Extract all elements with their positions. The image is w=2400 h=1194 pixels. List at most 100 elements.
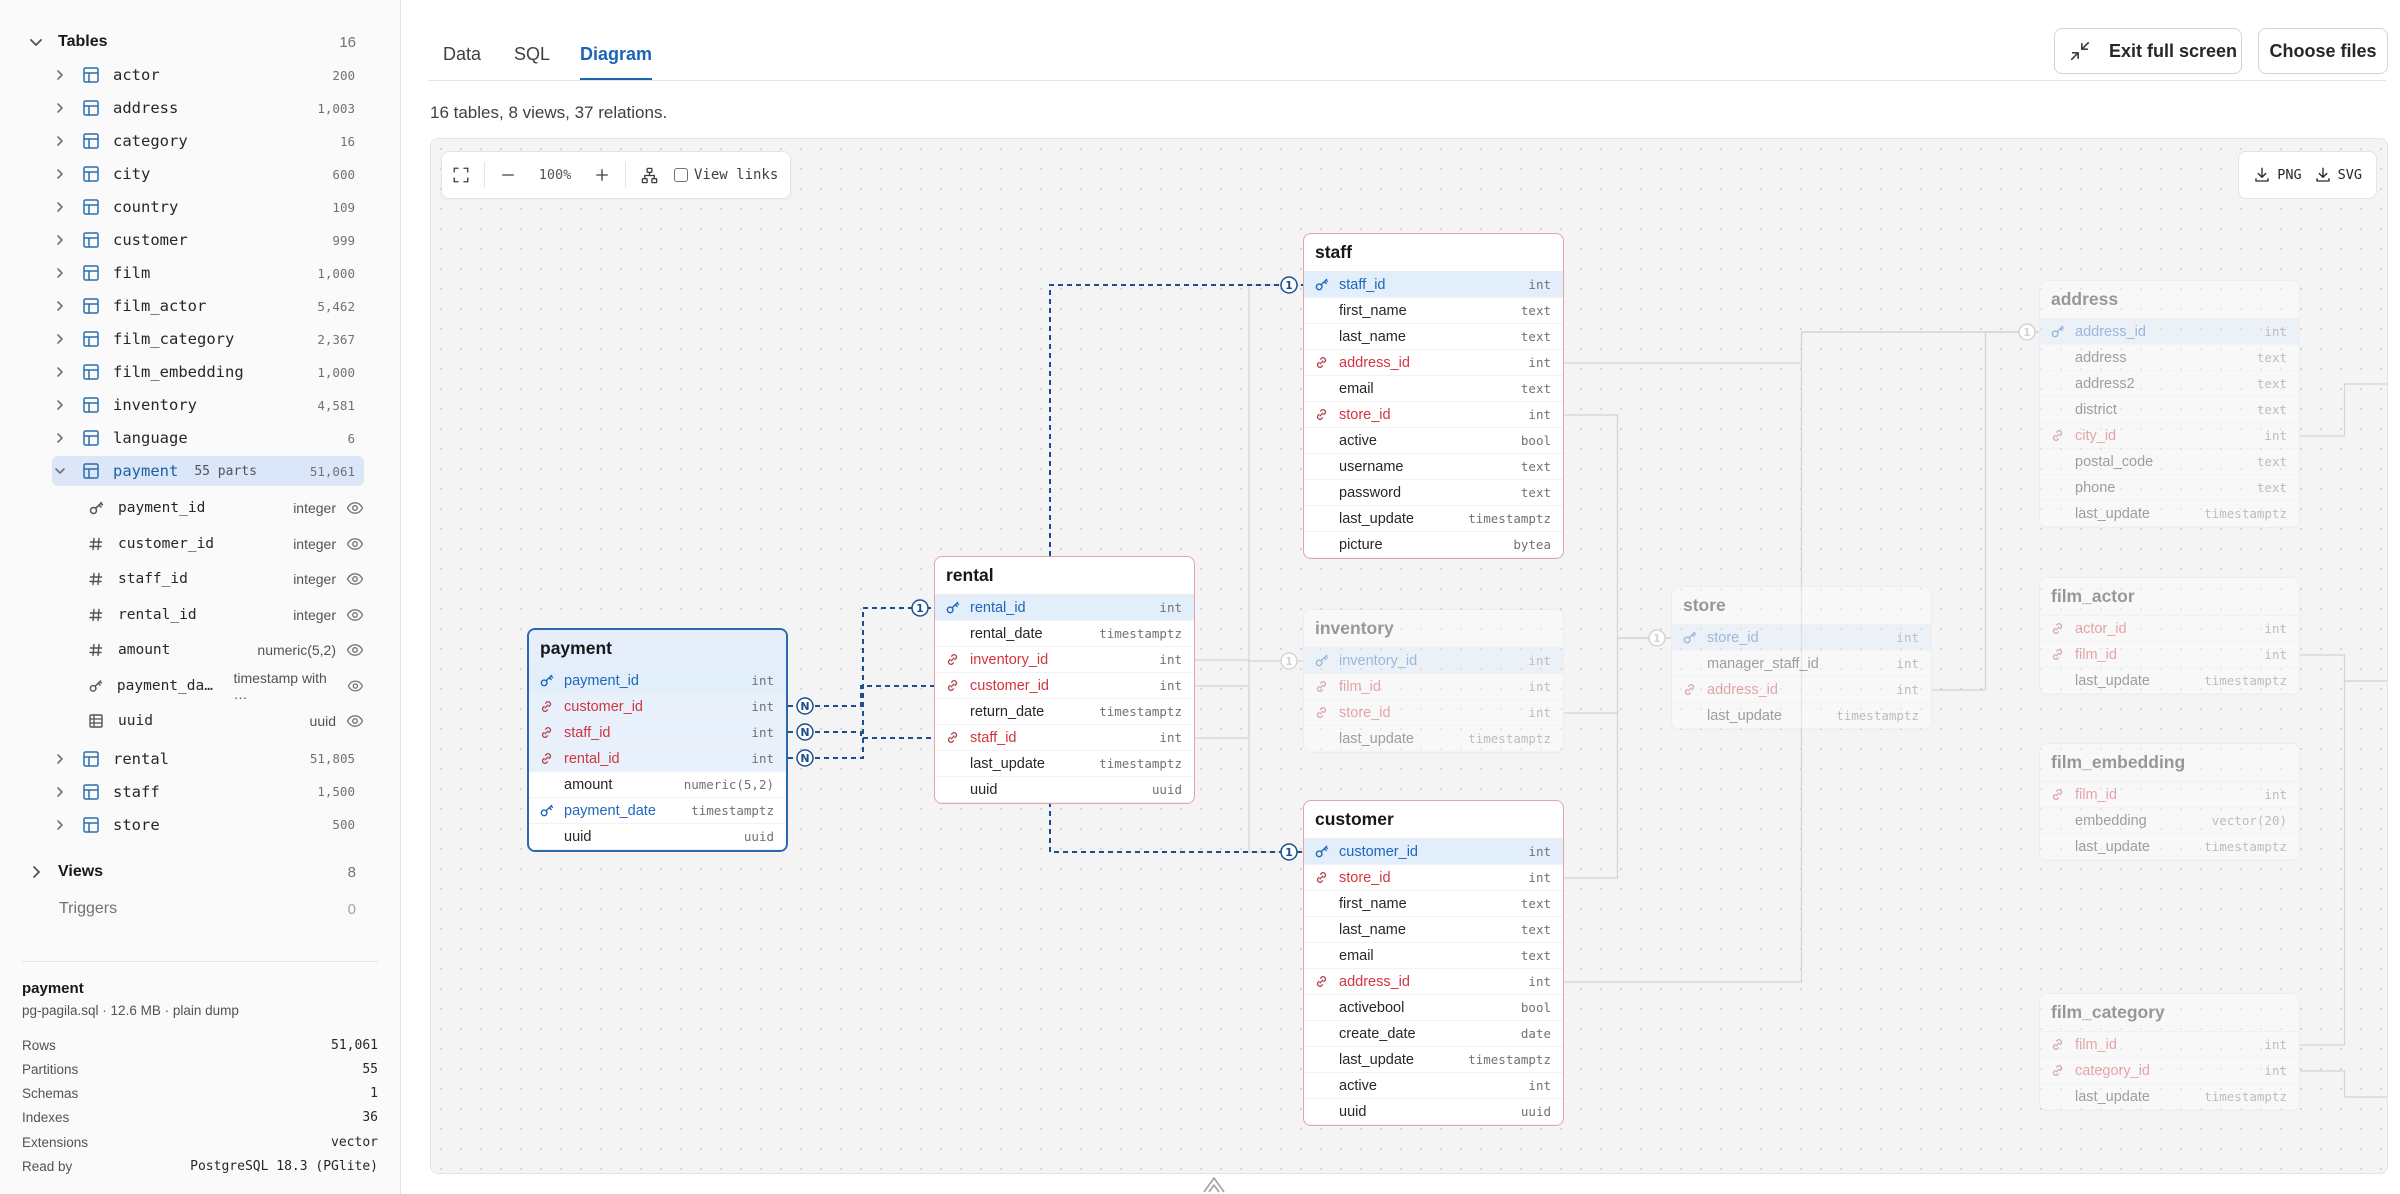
entity-column[interactable]: last_update timestamptz bbox=[2040, 668, 2299, 694]
entity-column[interactable]: address_id int bbox=[1304, 969, 1563, 995]
sidebar-table-film-embedding[interactable]: film_embedding 1,000 bbox=[52, 357, 364, 387]
export-svg-button[interactable]: SVG bbox=[2308, 166, 2368, 184]
entity-column[interactable]: city_id int bbox=[2040, 423, 2299, 449]
entity-column[interactable]: create_date date bbox=[1304, 1021, 1563, 1047]
entity-column[interactable]: staff_id int bbox=[1304, 272, 1563, 298]
entity-column[interactable]: payment_id int bbox=[529, 668, 786, 694]
entity-column[interactable]: payment_date timestamptz bbox=[529, 798, 786, 824]
entity-column[interactable]: password text bbox=[1304, 480, 1563, 506]
views-section-header[interactable]: Views 8 bbox=[26, 857, 356, 887]
entity-column[interactable]: last_update timestamptz bbox=[1304, 726, 1563, 752]
entity-column[interactable]: district text bbox=[2040, 397, 2299, 423]
zoom-in-button[interactable] bbox=[583, 156, 621, 194]
entity-column[interactable]: uuid uuid bbox=[1304, 1099, 1563, 1125]
entity-column[interactable]: manager_staff_id int bbox=[1672, 651, 1931, 677]
entity-column[interactable]: category_id int bbox=[2040, 1058, 2299, 1084]
entity-film-category[interactable]: film_category film_id int category_id int las… bbox=[2039, 993, 2300, 1111]
entity-column[interactable]: last_update timestamptz bbox=[1304, 506, 1563, 532]
entity-column[interactable]: active int bbox=[1304, 1073, 1563, 1099]
sidebar-table-rental[interactable]: rental 51,805 bbox=[52, 744, 364, 774]
entity-rental[interactable]: rental rental_id int rental_date timestamptz… bbox=[934, 556, 1195, 804]
entity-column[interactable]: active bool bbox=[1304, 428, 1563, 454]
entity-store[interactable]: store store_id int manager_staff_id int addre… bbox=[1671, 586, 1932, 730]
entity-column[interactable]: first_name text bbox=[1304, 891, 1563, 917]
sidebar-column[interactable]: payment_id integer bbox=[78, 491, 366, 525]
entity-column[interactable]: uuid uuid bbox=[529, 824, 786, 850]
entity-column[interactable]: customer_id int bbox=[529, 694, 786, 720]
entity-column[interactable]: username text bbox=[1304, 454, 1563, 480]
entity-column[interactable]: postal_code text bbox=[2040, 449, 2299, 475]
entity-column[interactable]: customer_id int bbox=[935, 673, 1194, 699]
entity-column[interactable]: email text bbox=[1304, 376, 1563, 402]
exit-fullscreen-button[interactable]: Exit full screen bbox=[2054, 28, 2242, 74]
entity-column[interactable]: store_id int bbox=[1304, 402, 1563, 428]
sidebar-table-store[interactable]: store 500 bbox=[52, 810, 364, 840]
tab-diagram[interactable]: Diagram bbox=[580, 44, 653, 80]
entity-column[interactable]: rental_date timestamptz bbox=[935, 621, 1194, 647]
entity-column[interactable]: address_id int bbox=[2040, 319, 2299, 345]
entity-column[interactable]: last_update timestamptz bbox=[1672, 703, 1931, 729]
sidebar-column[interactable]: staff_id integer bbox=[78, 562, 366, 596]
entity-column[interactable]: picture bytea bbox=[1304, 532, 1563, 558]
sidebar-column[interactable]: payment_da… timestamp with … bbox=[78, 669, 366, 703]
entity-column[interactable]: activebool bool bbox=[1304, 995, 1563, 1021]
zoom-out-button[interactable] bbox=[489, 156, 527, 194]
entity-column[interactable]: embedding vector(20) bbox=[2040, 808, 2299, 834]
eye-icon[interactable] bbox=[346, 535, 364, 553]
entity-column[interactable]: last_name text bbox=[1304, 324, 1563, 350]
choose-files-button[interactable]: Choose files bbox=[2258, 28, 2388, 74]
sidebar-table-category[interactable]: category 16 bbox=[52, 126, 364, 156]
sidebar-table-address[interactable]: address 1,003 bbox=[52, 93, 364, 123]
tab-data[interactable]: Data bbox=[443, 44, 481, 80]
entity-column[interactable]: inventory_id int bbox=[1304, 648, 1563, 674]
sidebar-table-film-actor[interactable]: film_actor 5,462 bbox=[52, 291, 364, 321]
sidebar-column[interactable]: uuid uuid bbox=[78, 704, 366, 738]
entity-film-embedding[interactable]: film_embedding film_id int embedding vector(… bbox=[2039, 743, 2300, 861]
entity-column[interactable]: last_update timestamptz bbox=[2040, 834, 2299, 860]
eye-icon[interactable] bbox=[347, 677, 364, 695]
entity-inventory[interactable]: inventory inventory_id int film_id int store_… bbox=[1303, 609, 1564, 753]
view-links-toggle[interactable]: View links bbox=[674, 167, 778, 183]
sidebar-column[interactable]: rental_id integer bbox=[78, 598, 366, 632]
entity-column[interactable]: phone text bbox=[2040, 475, 2299, 501]
sidebar-table-language[interactable]: language 6 bbox=[52, 423, 364, 453]
sidebar-table-payment[interactable]: payment 55 parts 51,061 bbox=[52, 456, 364, 486]
entity-column[interactable]: first_name text bbox=[1304, 298, 1563, 324]
sidebar-column[interactable]: amount numeric(5,2) bbox=[78, 633, 366, 667]
sidebar-table-country[interactable]: country 109 bbox=[52, 192, 364, 222]
entity-column[interactable]: film_id int bbox=[2040, 1032, 2299, 1058]
sidebar-table-staff[interactable]: staff 1,500 bbox=[52, 777, 364, 807]
sidebar-table-film-category[interactable]: film_category 2,367 bbox=[52, 324, 364, 354]
entity-column[interactable]: amount numeric(5,2) bbox=[529, 772, 786, 798]
entity-column[interactable]: address2 text bbox=[2040, 371, 2299, 397]
diagram-canvas[interactable]: NNN111111 100% View links PNG SVG paymen… bbox=[430, 138, 2388, 1174]
eye-icon[interactable] bbox=[346, 570, 364, 588]
sidebar-table-city[interactable]: city 600 bbox=[52, 159, 364, 189]
entity-film-actor[interactable]: film_actor actor_id int film_id int last_upda… bbox=[2039, 577, 2300, 695]
eye-icon[interactable] bbox=[346, 712, 364, 730]
entity-customer[interactable]: customer customer_id int store_id int first_n… bbox=[1303, 800, 1564, 1126]
entity-column[interactable]: film_id int bbox=[1304, 674, 1563, 700]
sidebar-table-film[interactable]: film 1,000 bbox=[52, 258, 364, 288]
entity-column[interactable]: address_id int bbox=[1672, 677, 1931, 703]
entity-address[interactable]: address address_id int address text address2 t… bbox=[2039, 280, 2300, 528]
fit-view-button[interactable] bbox=[442, 156, 480, 194]
sidebar-table-actor[interactable]: actor 200 bbox=[52, 60, 364, 90]
entity-column[interactable]: store_id int bbox=[1304, 700, 1563, 726]
eye-icon[interactable] bbox=[346, 606, 364, 624]
entity-column[interactable]: last_update timestamptz bbox=[2040, 1084, 2299, 1110]
view-links-checkbox[interactable] bbox=[674, 168, 688, 182]
entity-column[interactable]: staff_id int bbox=[935, 725, 1194, 751]
entity-column[interactable]: return_date timestamptz bbox=[935, 699, 1194, 725]
entity-column[interactable]: last_name text bbox=[1304, 917, 1563, 943]
entity-column[interactable]: staff_id int bbox=[529, 720, 786, 746]
entity-column[interactable]: address_id int bbox=[1304, 350, 1563, 376]
entity-column[interactable]: address text bbox=[2040, 345, 2299, 371]
auto-layout-button[interactable] bbox=[630, 156, 668, 194]
tables-section-header[interactable]: Tables 16 bbox=[26, 27, 356, 57]
sidebar-table-customer[interactable]: customer 999 bbox=[52, 225, 364, 255]
entity-column[interactable]: store_id int bbox=[1304, 865, 1563, 891]
entity-column[interactable]: rental_id int bbox=[529, 746, 786, 772]
entity-column[interactable]: actor_id int bbox=[2040, 616, 2299, 642]
eye-icon[interactable] bbox=[346, 641, 364, 659]
